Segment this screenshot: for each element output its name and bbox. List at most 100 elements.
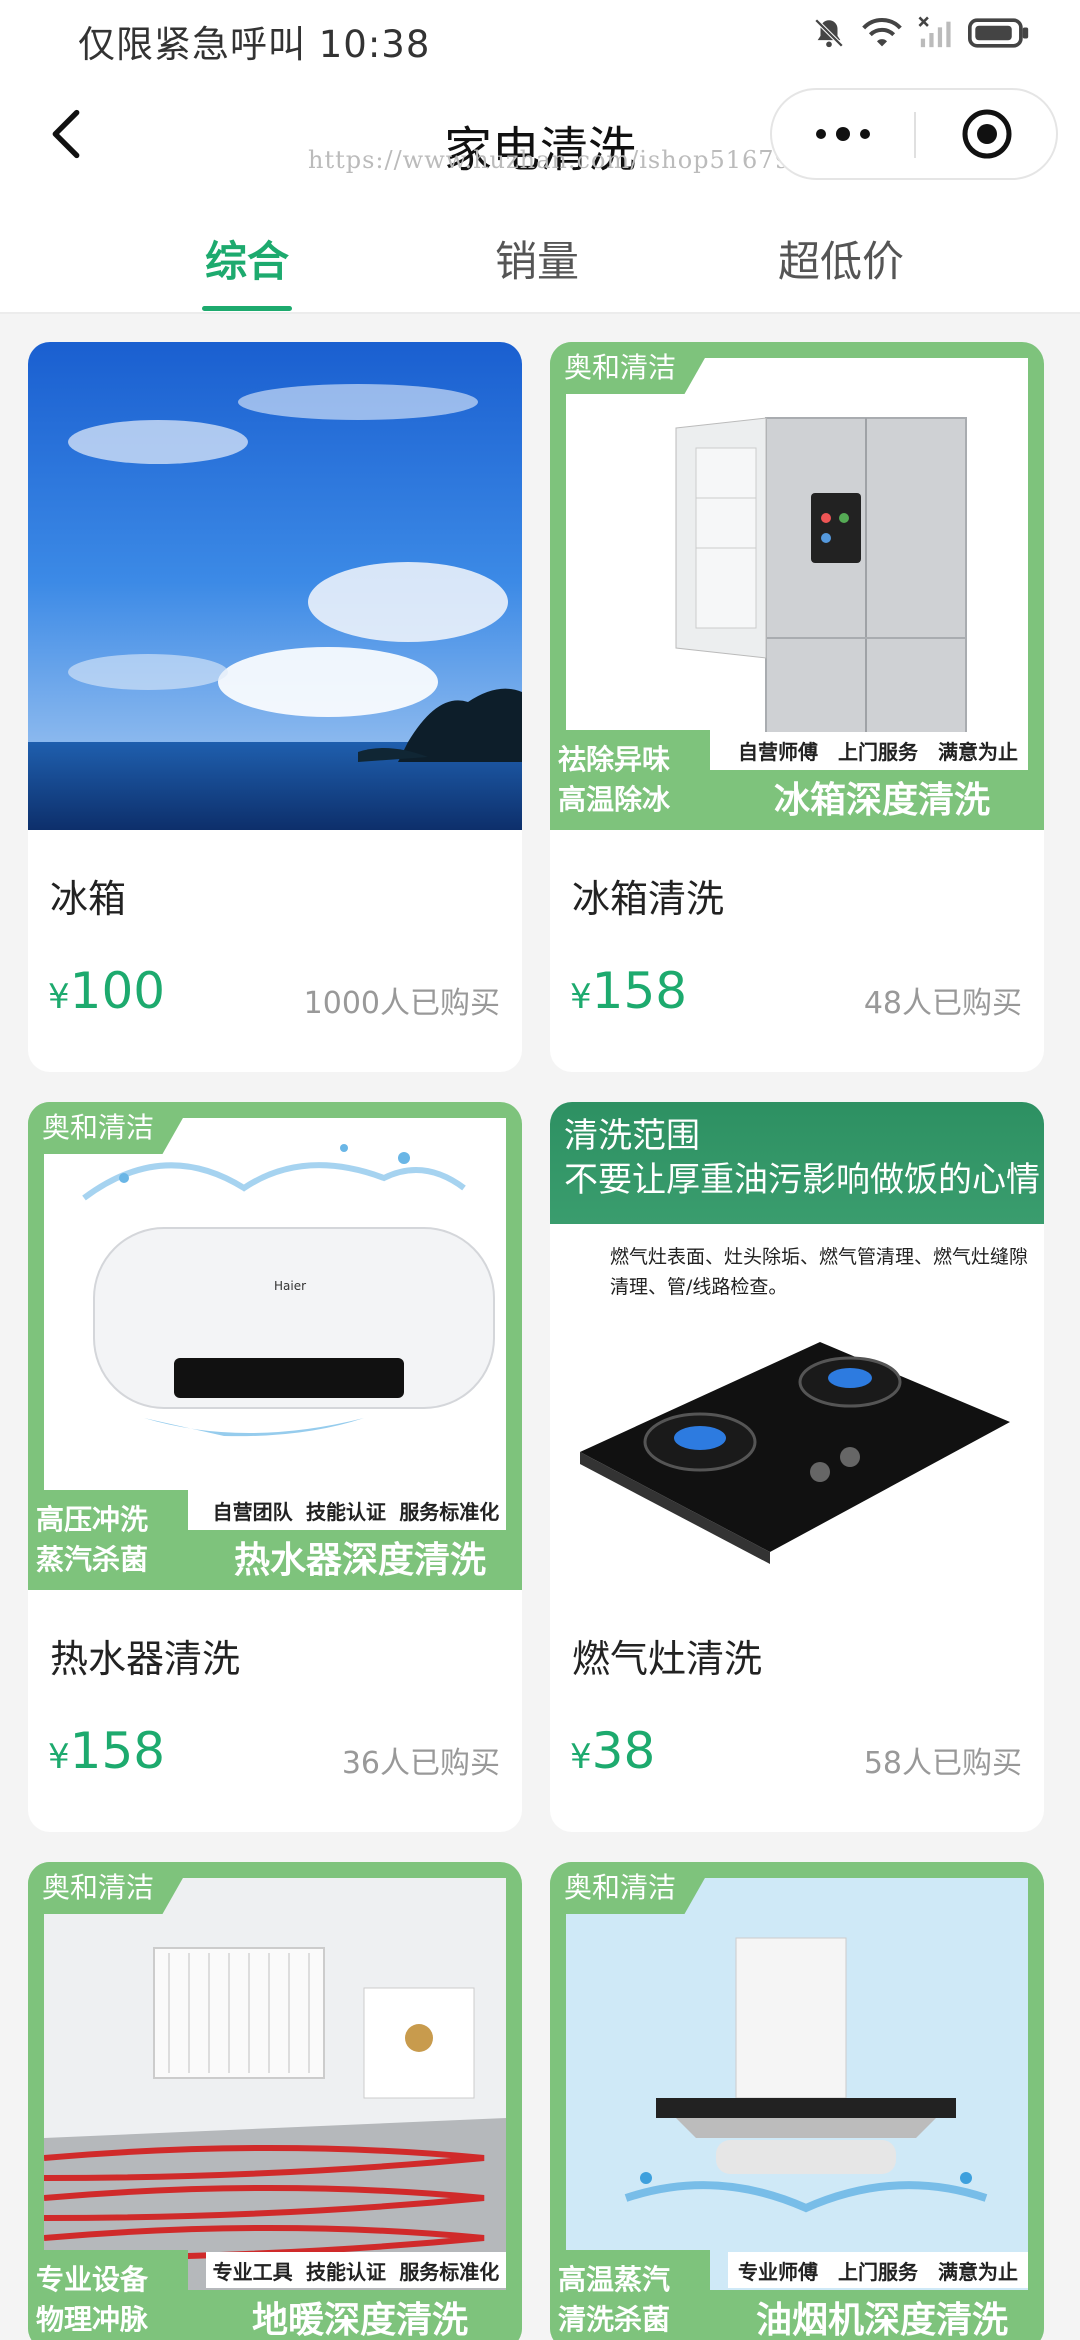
service-item: 自营师傅 [738,739,818,764]
header-line: 不要让厚重油污影响做饭的心情 [564,1160,1040,1200]
badge-line: 高温蒸汽 [558,2263,671,2296]
service-item: 服务标准化 [399,2259,500,2284]
service-line: 专业师傅 上门服务 满意为止 [728,2252,1028,2288]
price-value: 100 [69,962,166,1020]
gas-stove-illustration [580,1342,1010,1564]
service-item: 技能认证 [305,1499,386,1524]
signal-icon [918,16,951,48]
floor-heating-illustration [44,1878,506,2290]
currency-symbol: ¥ [570,1737,592,1777]
page: 仅限紧急呼叫 10:38 家电清洗 https://www.huzhan.com… [0,0,1080,2340]
service-item: 满意为止 [938,2259,1018,2284]
battery-icon [968,18,1029,48]
badge-line: 蒸汽杀菌 [36,1543,149,1576]
product-name: 热水器清洗 [50,1637,241,1681]
service-item: 上门服务 [838,739,918,764]
image-inner [566,1878,1028,2290]
currency-symbol: ¥ [48,977,70,1017]
image-description: 燃气灶表面、灶头除垢、燃气管清理、燃气灶缝隙清理、管/线路检查。 [610,1246,1029,1298]
sold-count: 48人已购买 [863,986,1022,1021]
sort-tabs: 综合 销量 超低价 [0,200,1080,314]
product-card[interactable]: 奥和清洁 自营师傅 上门服务 满意为止 祛除异味 高温除冰 冰箱深度清洗 冰箱清… [550,342,1044,1072]
fridge-illustration [566,358,1028,770]
promo-banner: 油烟机深度清洗 [720,2292,1044,2340]
header-line: 清洗范围 [564,1116,700,1156]
service-item: 上门服务 [838,2259,918,2284]
tab-sales[interactable]: 销量 [492,228,582,289]
price-value: 158 [591,962,688,1020]
price-value: 158 [69,1722,166,1780]
more-dots-icon [816,127,870,141]
badge-line: 清洗杀菌 [558,2303,671,2336]
currency-symbol: ¥ [48,1737,70,1777]
product-info: 热水器清洗 ¥158 36人已购买 [28,1590,522,1832]
badge-line: 高压冲洗 [36,1503,149,1536]
product-card[interactable]: 奥和清洁 专业师傅 上门服务 满意为止 高温蒸汽 清洗杀菌 油烟机深度清洗 [550,1862,1044,2340]
promo-banner: 热水器深度清洗 [198,1532,522,1590]
product-image: Haier 奥和清洁 自营团队 技能认证 服务标准化 高压冲洗 蒸汽杀菌 热水器… [28,1102,522,1590]
sold-count: 1000人已购买 [303,986,500,1021]
product-image: 奥和清洁 自营师傅 上门服务 满意为止 祛除异味 高温除冰 冰箱深度清洗 [550,342,1044,830]
service-line: 自营团队 技能认证 服务标准化 [206,1492,506,1528]
product-card[interactable]: 冰箱 ¥100 1000人已购买 [28,342,522,1072]
sold-count: 58人已购买 [863,1746,1022,1781]
promo-banner: 地暖深度清洗 [198,2292,522,2340]
service-item: 专业工具 [212,2259,293,2284]
product-info: 燃气灶清洗 ¥38 58人已购买 [550,1590,1044,1832]
product-card[interactable]: 清洗范围 不要让厚重油污影响做饭的心情 燃气灶表面、灶头除垢、燃气管清理、燃气灶… [550,1102,1044,1832]
image-header: 清洗范围 不要让厚重油污影响做饭的心情 [550,1102,1044,1224]
feature-badge: 祛除异味 高温除冰 [550,730,710,830]
feature-badge: 高压冲洗 蒸汽杀菌 [28,1490,188,1590]
tab-lowest-price[interactable]: 超低价 [776,228,906,289]
service-item: 满意为止 [938,739,1018,764]
active-tab-indicator [202,306,292,311]
currency-symbol: ¥ [570,977,592,1017]
navbar: 家电清洗 https://www.huzhan.com/ishop51679 [0,74,1080,200]
product-card[interactable]: 奥和清洁 专业工具 技能认证 服务标准化 专业设备 物理冲脉 地暖深度清洗 [28,1862,522,2340]
service-item: 自营团队 [212,1499,293,1524]
badge-line: 祛除异味 [558,743,671,776]
product-image: 奥和清洁 专业师傅 上门服务 满意为止 高温蒸汽 清洗杀菌 油烟机深度清洗 [550,1862,1044,2340]
bell-off-icon [814,18,844,48]
brand-logo-text: Haier [274,1279,306,1293]
product-name: 燃气灶清洗 [572,1637,763,1681]
service-line: 专业工具 技能认证 服务标准化 [206,2252,506,2288]
more-button[interactable] [772,90,914,178]
badge-line: 专业设备 [36,2263,149,2296]
product-name: 冰箱清洗 [572,877,725,921]
product-card[interactable]: Haier 奥和清洁 自营团队 技能认证 服务标准化 高压冲洗 蒸汽杀菌 热水器… [28,1102,522,1832]
status-icons [812,16,1030,50]
status-bar: 仅限紧急呼叫 10:38 [0,0,1080,74]
product-image: 奥和清洁 专业工具 技能认证 服务标准化 专业设备 物理冲脉 地暖深度清洗 [28,1862,522,2340]
water-heater-illustration: Haier [44,1118,506,1530]
range-hood-illustration [566,1878,1028,2290]
product-name: 冰箱 [50,877,127,921]
service-item: 专业师傅 [738,2259,818,2284]
mini-program-capsule [770,88,1058,180]
product-image [28,342,522,830]
product-price: ¥158 [48,1722,165,1780]
product-image: 清洗范围 不要让厚重油污影响做饭的心情 燃气灶表面、灶头除垢、燃气管清理、燃气灶… [550,1102,1044,1590]
tab-comprehensive[interactable]: 综合 [202,228,292,289]
sea-sky-photo [28,342,522,830]
product-price: ¥158 [570,962,687,1020]
wifi-icon [862,18,902,47]
sold-count: 36人已购买 [341,1746,500,1781]
service-item: 服务标准化 [399,1499,500,1524]
product-info: 冰箱清洗 ¥158 48人已购买 [550,830,1044,1072]
promo-banner: 冰箱深度清洗 [720,772,1044,830]
image-inner [44,1878,506,2290]
service-line: 自营师傅 上门服务 满意为止 [728,732,1028,768]
image-inner: Haier [44,1118,506,1530]
product-price: ¥100 [48,962,165,1020]
close-button[interactable] [916,90,1058,178]
badge-line: 物理冲脉 [36,2303,149,2336]
status-text: 仅限紧急呼叫 10:38 [78,23,431,66]
product-price: ¥38 [570,1722,655,1780]
price-value: 38 [591,1722,656,1780]
badge-line: 高温除冰 [558,783,671,816]
feature-badge: 专业设备 物理冲脉 [28,2250,188,2340]
product-info: 冰箱 ¥100 1000人已购买 [28,830,522,1072]
feature-badge: 高温蒸汽 清洗杀菌 [550,2250,710,2340]
service-item: 技能认证 [305,2259,386,2284]
